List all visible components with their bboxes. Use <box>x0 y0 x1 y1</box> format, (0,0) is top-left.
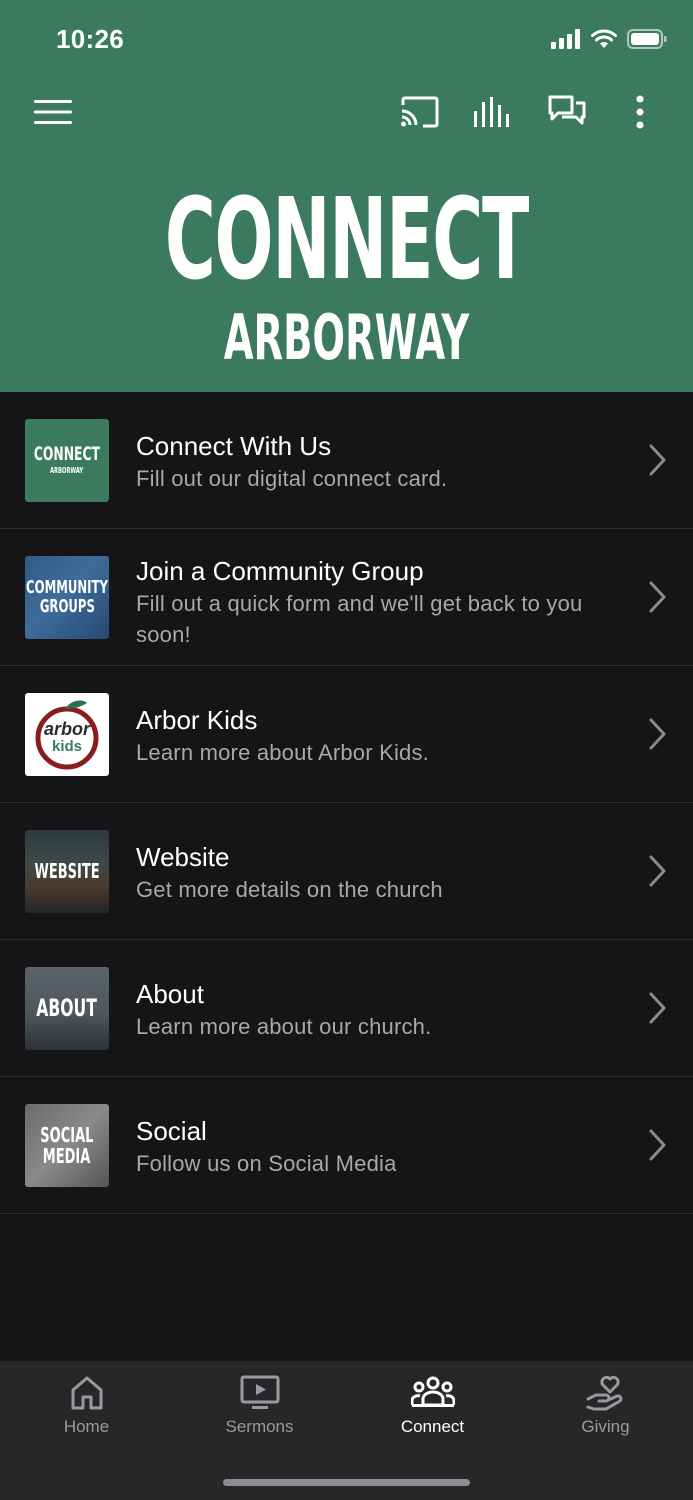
toolbar <box>0 78 693 142</box>
chat-icon <box>548 95 586 125</box>
heart-hand-icon <box>586 1375 622 1411</box>
cast-button[interactable] <box>397 90 441 134</box>
thumbnail-text: ABOUT <box>36 993 98 1022</box>
tab-home[interactable]: Home <box>0 1375 173 1455</box>
list-item-about[interactable]: ABOUT About Learn more about our church. <box>0 940 693 1077</box>
item-title: Social <box>136 1116 207 1146</box>
item-title: Join a Community Group <box>136 556 424 586</box>
home-icon <box>71 1376 102 1410</box>
hero-title: CONNECT <box>164 175 530 305</box>
item-title: Website <box>136 842 230 872</box>
item-subtitle: Fill out a quick form and we'll get back… <box>136 591 583 647</box>
item-title: About <box>136 979 204 1009</box>
hero-subtitle: ARBORWAY <box>223 301 470 374</box>
chat-button[interactable] <box>545 90 589 134</box>
item-subtitle: Fill out our digital connect card. <box>136 466 448 491</box>
audio-button[interactable] <box>471 90 515 134</box>
more-vertical-icon <box>636 95 644 129</box>
list-item-arbor-kids[interactable]: arbor kids Arbor Kids Learn more about A… <box>0 666 693 803</box>
item-subtitle: Learn more about our church. <box>136 1014 432 1039</box>
tab-connect[interactable]: Connect <box>346 1375 519 1455</box>
website-thumbnail: WEBSITE <box>25 830 109 913</box>
tab-giving[interactable]: Giving <box>519 1375 692 1455</box>
people-icon <box>410 1376 455 1407</box>
thumbnail-subtext: GROUPS <box>39 595 95 617</box>
thumbnail-subtext: ARBORWAY <box>50 466 84 476</box>
chevron-right-icon <box>649 1129 666 1161</box>
community-groups-thumbnail: COMMUNITY GROUPS <box>25 556 109 639</box>
tab-label: Home <box>63 1417 110 1436</box>
chevron-right-icon <box>649 581 666 613</box>
social-media-thumbnail: SOCIAL MEDIA <box>25 1104 109 1187</box>
signal-icon <box>551 29 580 49</box>
menu-button[interactable] <box>31 90 75 134</box>
home-indicator <box>223 1479 470 1486</box>
logo-subtext: kids <box>51 738 82 756</box>
status-bar: 10:26 <box>0 0 693 78</box>
connect-list: CONNECT ARBORWAY Connect With Us Fill ou… <box>0 392 693 1214</box>
item-title: Connect With Us <box>136 431 332 461</box>
thumbnail-text: WEBSITE <box>34 859 100 883</box>
connect-thumbnail: CONNECT ARBORWAY <box>25 419 109 502</box>
list-item-connect-with-us[interactable]: CONNECT ARBORWAY Connect With Us Fill ou… <box>0 392 693 529</box>
status-icons <box>551 28 667 50</box>
item-subtitle: Learn more about Arbor Kids. <box>136 740 429 765</box>
chevron-right-icon <box>649 992 666 1024</box>
tab-label: Sermons <box>225 1417 294 1436</box>
play-screen-icon <box>240 1375 279 1409</box>
thumbnail-text: CONNECT <box>33 443 101 466</box>
list-item-website[interactable]: WEBSITE Website Get more details on the … <box>0 803 693 940</box>
bottom-tab-bar: Home Sermons Connect Giving <box>0 1361 693 1500</box>
thumbnail-text: SOCIAL <box>40 1122 94 1147</box>
logo-text: arbor <box>43 719 90 740</box>
item-title: Arbor Kids <box>136 705 258 735</box>
chevron-right-icon <box>649 718 666 750</box>
chevron-right-icon <box>649 444 666 476</box>
list-item-community-group[interactable]: COMMUNITY GROUPS Join a Community Group … <box>0 529 693 666</box>
chevron-right-icon <box>649 855 666 887</box>
tab-label: Connect <box>400 1417 465 1436</box>
tab-sermons[interactable]: Sermons <box>173 1375 346 1455</box>
arbor-kids-logo: arbor kids <box>25 693 109 776</box>
thumbnail-subtext: MEDIA <box>43 1143 91 1168</box>
equalizer-icon <box>474 97 509 127</box>
item-subtitle: Get more details on the church <box>136 877 443 902</box>
more-button[interactable] <box>618 90 662 134</box>
hamburger-icon <box>34 100 72 124</box>
hero-header: 10:26 CONNECT ARBORWAY <box>0 0 693 392</box>
item-subtitle: Follow us on Social Media <box>136 1151 397 1176</box>
tab-label: Giving <box>581 1417 630 1436</box>
wifi-icon <box>591 29 617 48</box>
list-item-social[interactable]: SOCIAL MEDIA Social Follow us on Social … <box>0 1077 693 1214</box>
battery-icon <box>627 29 667 49</box>
cast-icon <box>401 96 439 128</box>
about-thumbnail: ABOUT <box>25 967 109 1050</box>
status-time: 10:26 <box>56 24 124 54</box>
